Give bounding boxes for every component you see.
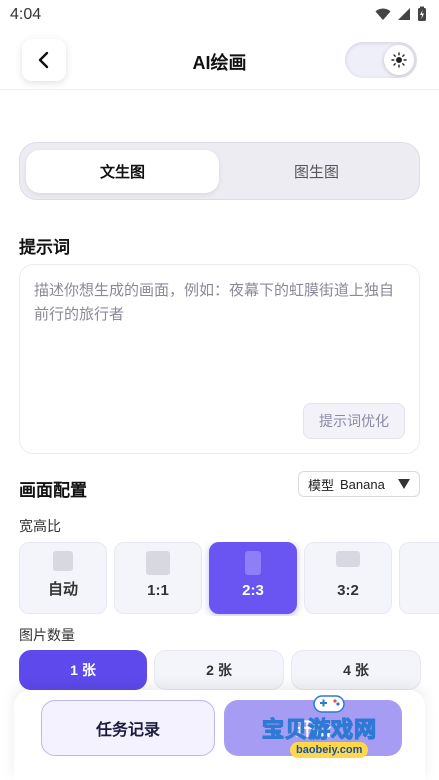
aspect-option-more[interactable] bbox=[399, 542, 439, 614]
ratio-shape-icon bbox=[146, 551, 170, 575]
prompt-label: 提示词 bbox=[19, 238, 70, 257]
aspect-option-auto[interactable]: 自动 bbox=[19, 542, 107, 614]
theme-toggle[interactable] bbox=[345, 42, 417, 78]
caret-down-icon bbox=[398, 479, 410, 489]
tab-image-to-image[interactable]: 图生图 bbox=[220, 150, 413, 193]
aspect-option-label: 3:2 bbox=[337, 582, 359, 599]
model-value: Banana bbox=[340, 476, 385, 492]
task-history-button[interactable]: 任务记录 bbox=[41, 700, 215, 756]
tab-text-to-image[interactable]: 文生图 bbox=[26, 150, 219, 193]
ratio-shape-icon bbox=[336, 551, 360, 567]
aspect-option-2-3[interactable]: 2:3 bbox=[209, 542, 297, 614]
optimize-prompt-button[interactable]: 提示词优化 bbox=[303, 403, 405, 439]
aspect-label: 宽高比 bbox=[19, 518, 61, 534]
status-icons bbox=[375, 6, 427, 22]
sun-icon bbox=[391, 52, 407, 68]
model-prefix: 模型 bbox=[308, 477, 335, 493]
count-option-1[interactable]: 1 张 bbox=[19, 650, 147, 690]
mode-segmented-control: 文生图 图生图 bbox=[19, 142, 420, 200]
config-label: 画面配置 bbox=[19, 481, 87, 500]
status-bar: 4:04 bbox=[0, 0, 439, 30]
model-select[interactable]: 模型 Banana bbox=[298, 471, 420, 497]
image-count-options: 1 张 2 张 4 张 bbox=[19, 650, 439, 690]
aspect-option-1-1[interactable]: 1:1 bbox=[114, 542, 202, 614]
aspect-ratio-options: 自动 1:1 2:3 3:2 bbox=[19, 542, 439, 616]
prompt-textarea[interactable]: 描述你想生成的画面，例如：夜幕下的虹膜街道上独自前行的旅行者 提示词优化 bbox=[19, 264, 420, 454]
ratio-shape-icon bbox=[53, 551, 73, 571]
aspect-option-label: 2:3 bbox=[242, 582, 264, 599]
bottom-action-bar: 任务记录 开始 bbox=[14, 690, 425, 780]
ratio-shape-icon bbox=[245, 551, 261, 575]
count-option-2[interactable]: 2 张 bbox=[154, 650, 284, 690]
prompt-placeholder: 描述你想生成的画面，例如：夜幕下的虹膜街道上独自前行的旅行者 bbox=[34, 282, 395, 323]
status-time: 4:04 bbox=[10, 6, 42, 23]
aspect-option-3-2[interactable]: 3:2 bbox=[304, 542, 392, 614]
count-label: 图片数量 bbox=[19, 627, 75, 643]
toggle-knob bbox=[384, 45, 414, 75]
battery-icon bbox=[418, 6, 426, 21]
count-option-4[interactable]: 4 张 bbox=[291, 650, 421, 690]
aspect-option-label: 1:1 bbox=[147, 582, 169, 599]
signal-icon bbox=[398, 8, 410, 20]
app-header: AI绘画 bbox=[0, 30, 439, 90]
aspect-option-label: 自动 bbox=[47, 581, 78, 598]
wifi-icon bbox=[375, 8, 391, 20]
start-generate-button[interactable]: 开始 bbox=[224, 700, 402, 756]
